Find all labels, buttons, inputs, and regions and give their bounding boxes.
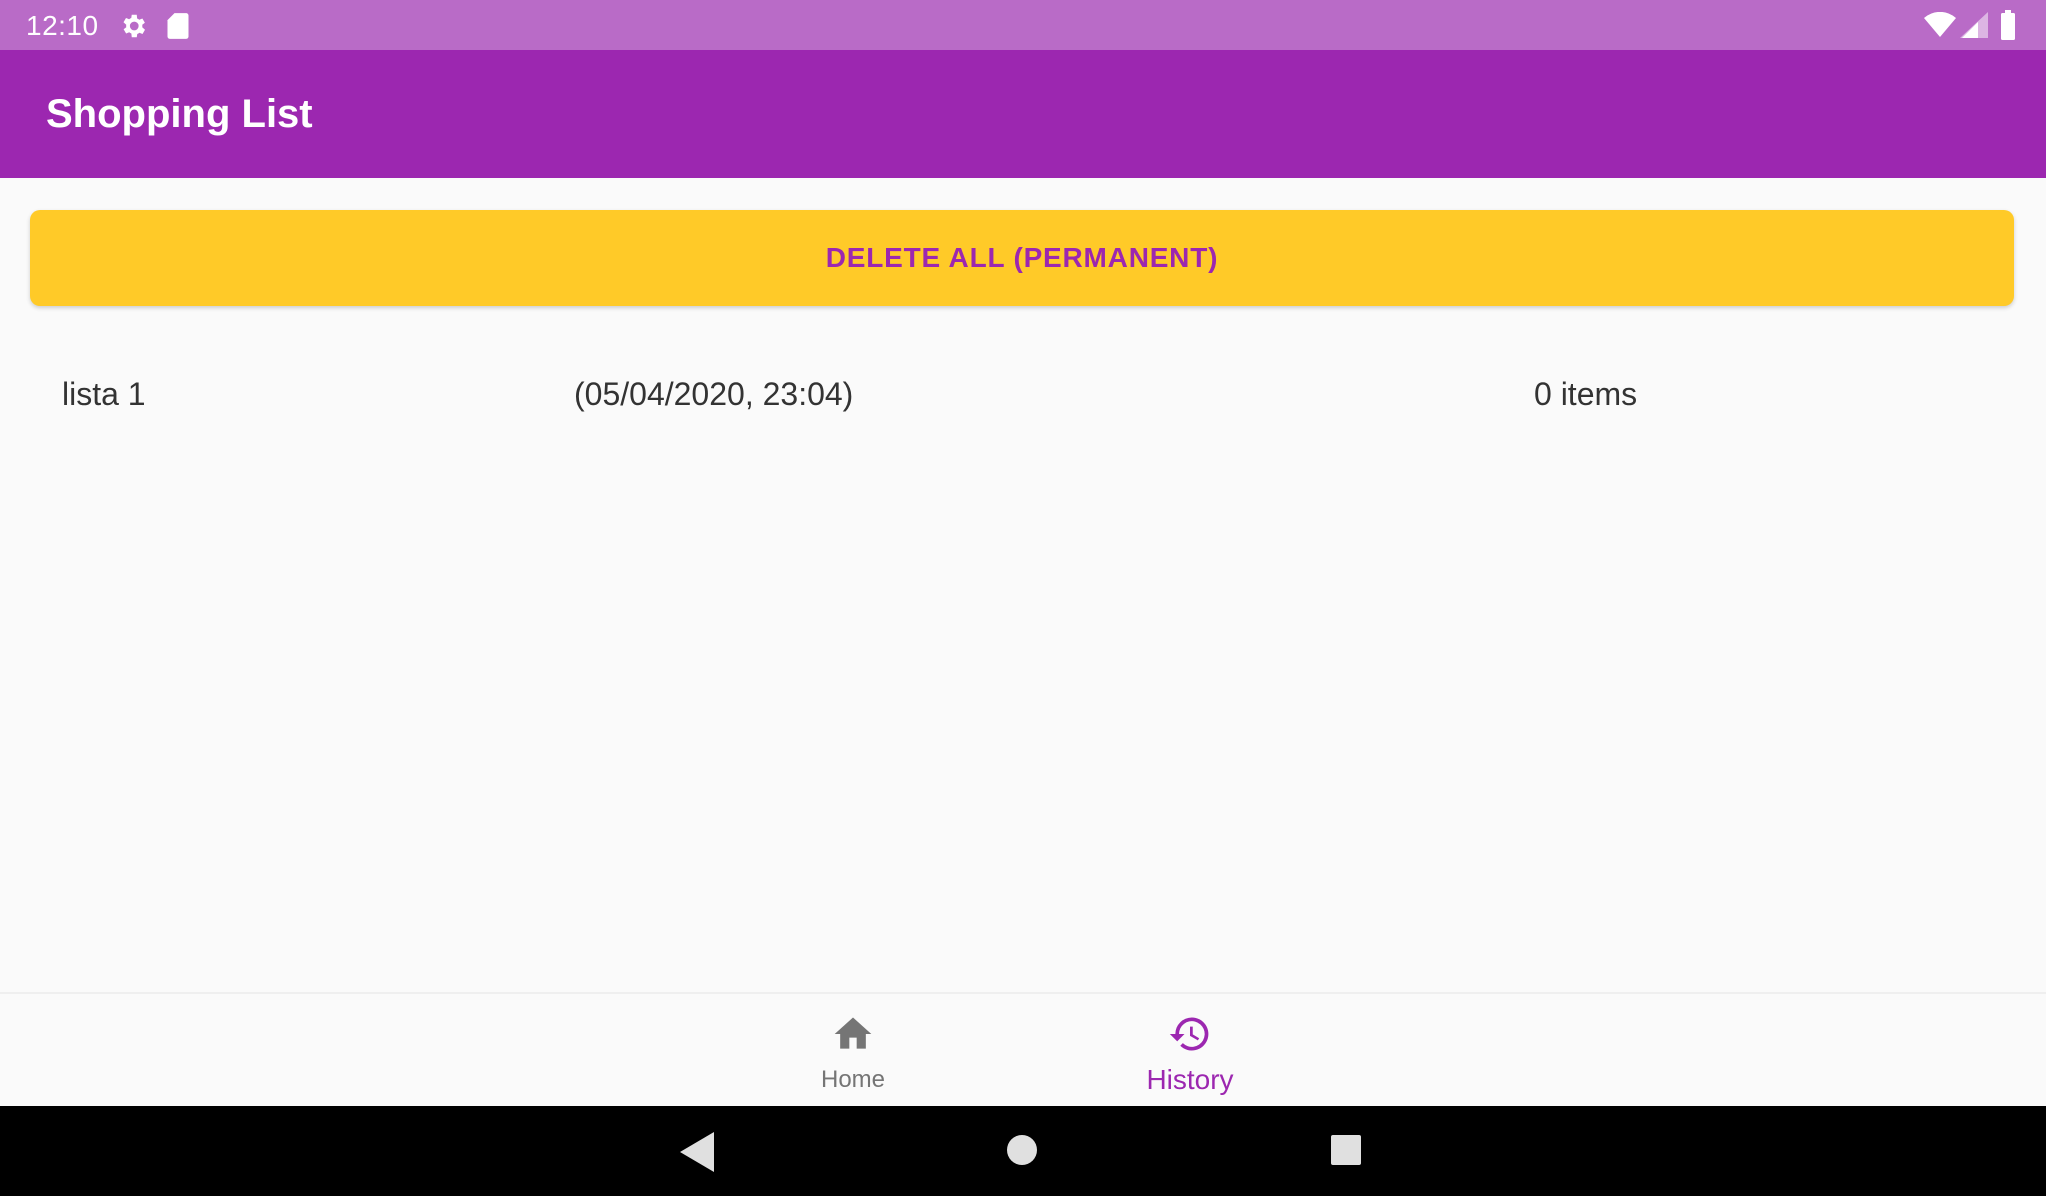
nav-item-history[interactable]: History: [1060, 994, 1320, 1108]
app-bar: Shopping List: [0, 50, 2046, 178]
home-circle-icon[interactable]: [1006, 1134, 1038, 1166]
history-icon: [1169, 1017, 1209, 1051]
list-item-count: 0 items: [1534, 376, 1638, 412]
nav-label-history: History: [1146, 1064, 1234, 1095]
status-bar: 12:10: [0, 0, 2046, 50]
sd-card-icon: [167, 13, 189, 39]
nav-label-home: Home: [820, 1066, 886, 1093]
signal-icon: [1960, 12, 1988, 38]
status-time: 12:10: [26, 10, 99, 41]
system-navigation-bar: [0, 1106, 2046, 1196]
app-title: Shopping List: [46, 92, 313, 136]
battery-icon: [2001, 10, 2015, 40]
back-icon[interactable]: [680, 1132, 714, 1172]
recents-icon[interactable]: [1330, 1134, 1362, 1166]
home-icon: [834, 1017, 872, 1049]
gear-icon: [123, 14, 145, 38]
list-name: lista 1: [62, 376, 146, 412]
wifi-icon: [1924, 12, 1956, 37]
list-date: (05/04/2020, 23:04): [574, 376, 854, 412]
delete-all-button[interactable]: DELETE ALL (PERMANENT): [30, 210, 2014, 306]
bottom-navigation: Home History: [0, 992, 2046, 1106]
nav-item-home[interactable]: Home: [723, 994, 983, 1108]
list-item[interactable]: lista 1 (05/04/2020, 23:04) 0 items: [0, 346, 2046, 442]
